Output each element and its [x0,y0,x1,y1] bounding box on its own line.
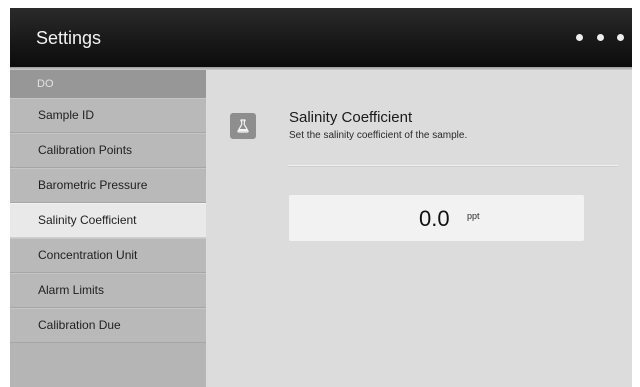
settings-detail-panel: Salinity Coefficient Set the salinity co… [206,70,632,387]
more-dots-icon [576,33,583,41]
settings-screen: Settings DO Sample ID Calibration Points… [10,8,632,387]
sidebar-item-sample-id[interactable]: Sample ID [10,98,206,133]
salinity-value-field[interactable]: 0.0 ppt [289,195,584,241]
app-header: Settings [10,8,632,67]
flask-icon [230,113,256,139]
sidebar-item-alarm-limits[interactable]: Alarm Limits [10,273,206,308]
salinity-value: 0.0 [419,206,450,231]
sidebar-item-concentration-unit[interactable]: Concentration Unit [10,238,206,273]
more-dots-icon [617,33,624,41]
section-description: Set the salinity coefficient of the samp… [289,130,468,141]
page-title: Settings [36,28,102,48]
more-dots-icon [596,33,604,41]
section-divider [288,165,618,167]
section-title: Salinity Coefficient [289,109,413,126]
sidebar-item-salinity-coefficient[interactable]: Salinity Coefficient [10,203,206,238]
sidebar-group-do: DO [10,70,206,98]
sidebar: DO Sample ID Calibration Points Barometr… [10,70,206,387]
salinity-unit: ppt [467,211,480,221]
sidebar-item-barometric-pressure[interactable]: Barometric Pressure [10,168,206,203]
sidebar-item-calibration-due[interactable]: Calibration Due [10,308,206,343]
sidebar-item-calibration-points[interactable]: Calibration Points [10,133,206,168]
more-options-button[interactable] [576,30,624,44]
